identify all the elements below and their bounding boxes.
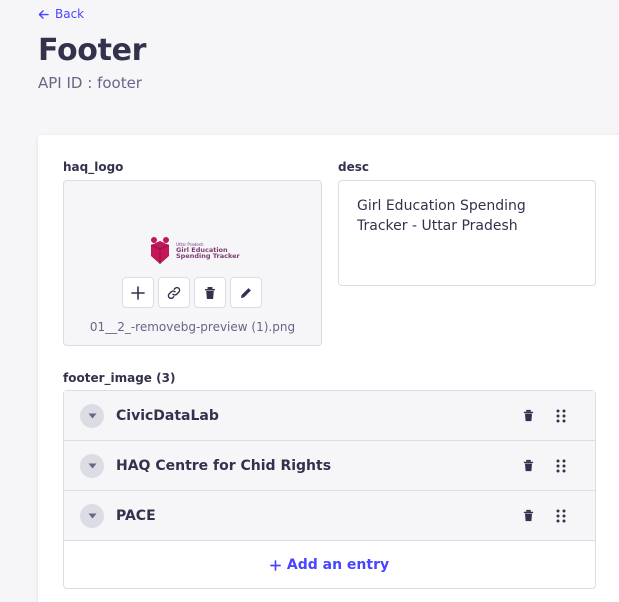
drag-icon <box>556 509 566 522</box>
logo-line2: Spending Tracker <box>176 252 240 260</box>
expand-button[interactable] <box>80 453 104 478</box>
file-name: 01__2_-removebg-preview (1).png <box>89 320 296 334</box>
arrow-left-icon <box>38 9 49 19</box>
add-entry-button[interactable]: Add an entry <box>64 542 595 588</box>
list-item[interactable]: PACE <box>64 491 595 541</box>
trash-icon <box>205 286 215 299</box>
desc-textarea[interactable]: Girl Education Spending Tracker - Uttar … <box>338 180 596 286</box>
footer-image-list: CivicDataLab HAQ Centre for Chid Rights <box>63 390 596 589</box>
haq-logo-label: haq_logo <box>63 160 124 174</box>
expand-button[interactable] <box>80 403 104 428</box>
delete-media-button[interactable] <box>194 277 226 308</box>
trash-icon <box>523 459 533 472</box>
drag-handle[interactable] <box>553 408 569 424</box>
footer-image-label: footer_image (3) <box>63 371 176 385</box>
add-media-button[interactable] <box>122 277 154 308</box>
delete-entry-button[interactable] <box>520 458 536 474</box>
add-entry-label: Add an entry <box>286 557 390 573</box>
drag-icon <box>556 459 566 472</box>
drag-handle[interactable] <box>553 508 569 524</box>
chevron-down-icon <box>88 513 96 518</box>
logo-image: Uttar Pradesh Girl Education Spending Tr… <box>148 236 240 266</box>
back-label: Back <box>55 7 85 21</box>
edit-media-button[interactable] <box>230 277 262 308</box>
entry-title: CivicDataLab <box>116 407 219 424</box>
media-actions <box>122 277 262 308</box>
page-title: Footer <box>38 33 147 68</box>
pencil-icon <box>241 287 251 298</box>
chevron-down-icon <box>88 463 96 468</box>
api-id: API ID : footer <box>38 74 142 92</box>
trash-icon <box>523 509 533 522</box>
back-link[interactable]: Back <box>38 7 84 21</box>
desc-label: desc <box>338 160 369 174</box>
list-item[interactable]: CivicDataLab <box>64 391 595 441</box>
plus-icon <box>269 559 281 571</box>
logo-mark-icon <box>150 237 170 264</box>
list-item[interactable]: HAQ Centre for Chid Rights <box>64 441 595 491</box>
plus-icon <box>131 285 145 300</box>
expand-button[interactable] <box>80 503 104 528</box>
entry-title: HAQ Centre for Chid Rights <box>116 457 332 474</box>
delete-entry-button[interactable] <box>520 508 536 524</box>
drag-handle[interactable] <box>553 458 569 474</box>
chevron-down-icon <box>88 413 96 418</box>
copy-link-button[interactable] <box>158 277 190 308</box>
entry-title: PACE <box>116 507 156 524</box>
drag-icon <box>556 409 566 422</box>
delete-entry-button[interactable] <box>520 408 536 424</box>
trash-icon <box>523 409 533 422</box>
media-preview[interactable]: Uttar Pradesh Girl Education Spending Tr… <box>63 180 322 346</box>
link-icon <box>167 286 181 299</box>
